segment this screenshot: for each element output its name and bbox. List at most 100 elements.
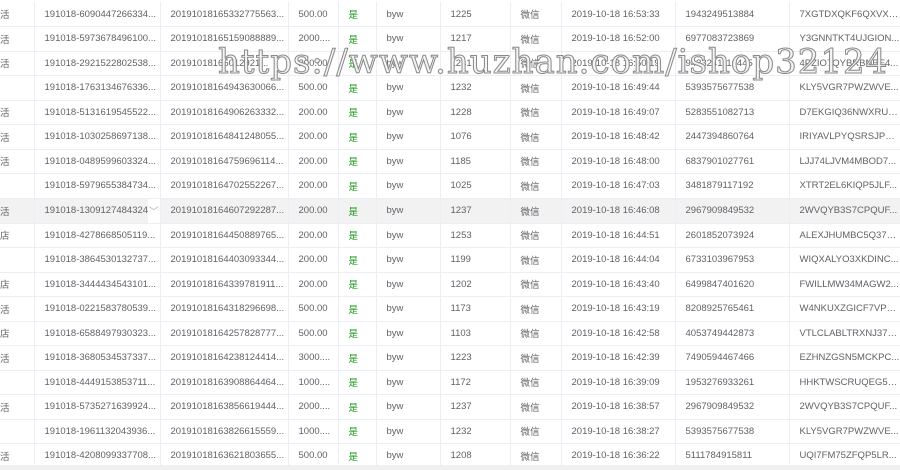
- trade-number-cell: 20191018165332775563...: [160, 2, 289, 27]
- type-cell: 活: [0, 149, 35, 174]
- time-cell: 2019-10-18 16:48:42: [561, 124, 676, 150]
- amount-cell: 1000....: [288, 370, 339, 395]
- code-cell: 2WVQYB3S7CPQUF...: [789, 394, 900, 420]
- amount-cell: 200.00: [288, 149, 339, 174]
- paid-status-cell: 是: [338, 419, 377, 444]
- amount-cell: 200.00: [288, 51, 339, 76]
- table-row[interactable]: 191018-5979655384734... 20191018164702552…: [0, 173, 900, 199]
- table-row[interactable]: 活 191018-5735271639924... 2019101816385661…: [0, 394, 900, 420]
- table-row[interactable]: 191018-1763134676336... 20191018164943630…: [0, 75, 900, 101]
- orders-table: 活 191018-6090447266334... 2019101816533277…: [0, 2, 900, 469]
- phone-cell: 6499847401620: [675, 272, 790, 297]
- table-row[interactable]: 191018-1961132043936... 20191018163826615…: [0, 419, 900, 444]
- time-cell: 2019-10-18 16:43:40: [561, 272, 676, 297]
- phone-cell: 7490594467466: [675, 345, 790, 371]
- order-number-cell: 191018-1030258697138...: [34, 124, 161, 150]
- trade-number-cell: 20191018164318296698...: [160, 296, 289, 322]
- phone-cell: 6733103967953: [675, 247, 790, 273]
- code-cell: VTLCLABLTRXNJ374...: [789, 321, 900, 346]
- table-row[interactable]: 活 191018-2921522802538... 2019101816501292…: [0, 51, 900, 76]
- code-cell: D7EKGIQ36NWXRUQ...: [789, 100, 900, 125]
- time-cell: 2019-10-18 16:42:58: [561, 321, 676, 346]
- user-id-cell: 1232: [440, 75, 511, 101]
- order-number-cell: 191018-1763134676336...: [34, 75, 161, 101]
- type-cell: [0, 75, 35, 101]
- order-number-cell: 191018-3680534537337...: [34, 345, 161, 371]
- paid-status-cell: 是: [338, 272, 377, 297]
- type-cell: 活: [0, 51, 35, 76]
- code-cell: IRIYAVLPYQSRSJPQ...: [789, 124, 900, 150]
- code-cell: ALEXJHUMBC5Q37E...: [789, 223, 900, 248]
- horizontal-scrollbar[interactable]: [0, 465, 900, 470]
- trade-number-cell: 20191018164238124414...: [160, 345, 289, 371]
- time-cell: 2019-10-18 16:46:08: [561, 198, 676, 224]
- order-number-cell: 191018-6090447266334...: [34, 2, 161, 27]
- payment-channel-cell: 微信: [510, 124, 562, 150]
- type-cell: 店: [0, 272, 35, 297]
- type-cell: [0, 247, 35, 273]
- table-row[interactable]: 活 191018-0489599603324... 2019101816475969…: [0, 149, 900, 174]
- phone-cell: 9433241116445: [675, 51, 790, 76]
- table-row[interactable]: 191018-3864530132737... 20191018164403093…: [0, 247, 900, 273]
- type-cell: 活: [0, 2, 35, 27]
- table-row[interactable]: 活 191018-5973678496100... 2019101816515908…: [0, 26, 900, 52]
- user-id-cell: 1228: [440, 100, 511, 125]
- time-cell: 2019-10-18 16:52:00: [561, 26, 676, 52]
- table-row[interactable]: 活 191018-5131619545522... 2019101816490626…: [0, 100, 900, 125]
- order-number-cell: 191018-5979655384734...: [34, 173, 161, 199]
- table-row[interactable]: 活 191018-1309127484324 ﹀ 201910181646072922…: [0, 198, 900, 224]
- phone-cell: 2447394860764: [675, 124, 790, 150]
- table-row[interactable]: 191018-4449153853711... 20191018163908864…: [0, 370, 900, 395]
- user-cell: byw: [376, 75, 441, 101]
- order-number-cell: 191018-1309127484324 ﹀: [34, 198, 161, 224]
- table-row[interactable]: 活 191018-0221583780539... 2019101816431829…: [0, 296, 900, 322]
- user-cell: byw: [376, 370, 441, 395]
- user-cell: byw: [376, 173, 441, 199]
- user-id-cell: 1217: [440, 26, 511, 52]
- paid-status-cell: 是: [338, 223, 377, 248]
- time-cell: 2019-10-18 16:50:19: [561, 51, 676, 76]
- table-row[interactable]: 店 191018-6588497930323... 2019101816425782…: [0, 321, 900, 346]
- time-cell: 2019-10-18 16:44:04: [561, 247, 676, 273]
- order-number-cell: 191018-3444434543101...: [34, 272, 161, 297]
- code-cell: 2WVQYB3S7CPQUF...: [789, 198, 900, 224]
- chevron-down-icon[interactable]: ﹀: [148, 198, 159, 222]
- order-number-cell: 191018-3864530132737...: [34, 247, 161, 273]
- paid-status-cell: 是: [338, 124, 377, 150]
- user-id-cell: 1237: [440, 394, 511, 420]
- table-row[interactable]: 活 191018-3680534537337... 2019101816423812…: [0, 345, 900, 371]
- paid-status-cell: 是: [338, 173, 377, 199]
- code-cell: Y3GNNTKT4UJGION...: [789, 26, 900, 52]
- order-number-cell: 191018-5735271639924...: [34, 394, 161, 420]
- time-cell: 2019-10-18 16:49:44: [561, 75, 676, 101]
- paid-status-cell: 是: [338, 198, 377, 224]
- amount-cell: 3000....: [288, 345, 339, 371]
- code-cell: 7XGTDXQKF6QXVX6...: [789, 2, 900, 27]
- table-row[interactable]: 活 191018-6090447266334... 2019101816533277…: [0, 2, 900, 27]
- user-id-cell: 1223: [440, 345, 511, 371]
- amount-cell: 500.00: [288, 321, 339, 346]
- paid-status-cell: 是: [338, 247, 377, 273]
- user-id-cell: 1199: [440, 247, 511, 273]
- amount-cell: 200.00: [288, 223, 339, 248]
- user-cell: byw: [376, 100, 441, 125]
- table-row[interactable]: 活 191018-1030258697138... 2019101816484124…: [0, 124, 900, 150]
- table-row[interactable]: 店 191018-4278668505119... 2019101816445088…: [0, 223, 900, 248]
- amount-cell: 500.00: [288, 75, 339, 101]
- amount-cell: 200.00: [288, 247, 339, 273]
- code-cell: 4PZIO7QYBRBNBE4...: [789, 51, 900, 76]
- code-cell: EZHNZGSN5MCKPC...: [789, 345, 900, 371]
- time-cell: 2019-10-18 16:48:00: [561, 149, 676, 174]
- amount-cell: 200.00: [288, 100, 339, 125]
- type-cell: 活: [0, 394, 35, 420]
- table-row[interactable]: 店 191018-3444434543101... 2019101816433978…: [0, 272, 900, 297]
- type-cell: [0, 419, 35, 444]
- time-cell: 2019-10-18 16:53:33: [561, 2, 676, 27]
- paid-status-cell: 是: [338, 75, 377, 101]
- amount-cell: 1000....: [288, 419, 339, 444]
- amount-cell: 2000....: [288, 26, 339, 52]
- payment-channel-cell: 微信: [510, 223, 562, 248]
- user-id-cell: 1172: [440, 370, 511, 395]
- time-cell: 2019-10-18 16:47:03: [561, 173, 676, 199]
- user-cell: byw: [376, 51, 441, 76]
